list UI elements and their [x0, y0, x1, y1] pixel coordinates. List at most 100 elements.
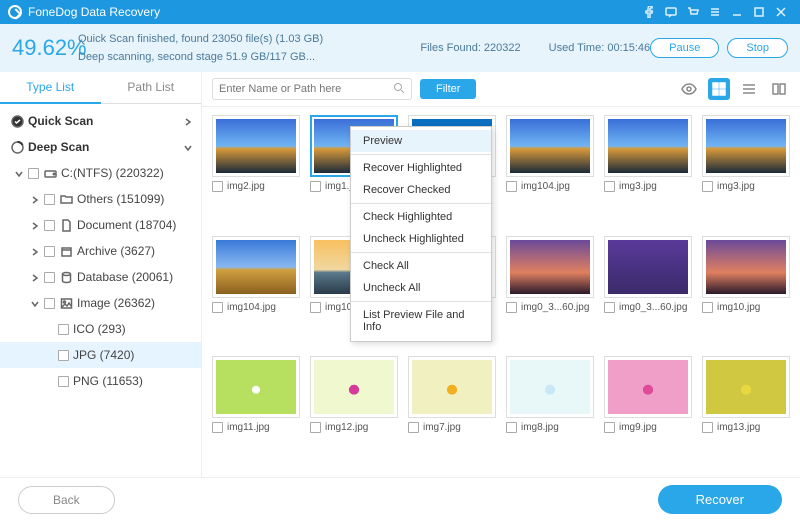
menu-list-info[interactable]: List Preview File and Info	[351, 304, 491, 338]
checkbox[interactable]	[58, 350, 69, 361]
thumbnail-image[interactable]	[212, 115, 300, 177]
thumbnail-checkbox[interactable]	[212, 181, 223, 192]
thumbnail-image[interactable]	[506, 236, 594, 298]
thumbnail-item[interactable]: img11.jpg	[212, 356, 300, 469]
thumbnail-checkbox[interactable]	[702, 181, 713, 192]
minimize-icon[interactable]	[726, 1, 748, 23]
checkbox[interactable]	[44, 272, 55, 283]
tree-drive[interactable]: C:(NTFS) (220322)	[0, 160, 201, 186]
thumbnail-checkbox[interactable]	[310, 422, 321, 433]
thumbnail-checkbox[interactable]	[702, 302, 713, 313]
chevron-down-icon	[183, 142, 193, 152]
tree-archive[interactable]: Archive (3627)	[0, 238, 201, 264]
checkbox[interactable]	[44, 246, 55, 257]
thumbnail-image[interactable]	[604, 115, 692, 177]
thumbnail-image[interactable]	[212, 236, 300, 298]
search-box[interactable]	[212, 78, 412, 100]
progress-circle-icon	[10, 140, 24, 154]
thumbnail-checkbox[interactable]	[310, 181, 321, 192]
checkbox[interactable]	[28, 168, 39, 179]
thumbnail-checkbox[interactable]	[604, 422, 615, 433]
thumbnail-checkbox[interactable]	[506, 422, 517, 433]
thumbnail-item[interactable]: img10.jpg	[702, 236, 790, 349]
chevron-right-icon	[30, 220, 40, 230]
thumbnail-item[interactable]: img104.jpg	[212, 236, 300, 349]
menu-check-all[interactable]: Check All	[351, 255, 491, 277]
checkbox[interactable]	[58, 376, 69, 387]
pause-button[interactable]: Pause	[650, 38, 719, 58]
tree-deep-scan[interactable]: Deep Scan	[0, 134, 201, 160]
thumbnail-item[interactable]: img3.jpg	[702, 115, 790, 228]
menu-uncheck-highlighted[interactable]: Uncheck Highlighted	[351, 228, 491, 250]
thumbnail-image[interactable]	[212, 356, 300, 418]
scan-info-line1: Quick Scan finished, found 23050 file(s)…	[78, 31, 420, 47]
preview-eye-button[interactable]	[678, 78, 700, 100]
thumbnail-item[interactable]: img12.jpg	[310, 356, 398, 469]
tree-image[interactable]: Image (26362)	[0, 290, 201, 316]
menu-check-highlighted[interactable]: Check Highlighted	[351, 206, 491, 228]
thumbnail-image[interactable]	[604, 236, 692, 298]
close-icon[interactable]	[770, 1, 792, 23]
tree-database[interactable]: Database (20061)	[0, 264, 201, 290]
thumbnail-image[interactable]	[702, 356, 790, 418]
thumbnail-item[interactable]: img104.jpg	[506, 115, 594, 228]
tree-quick-scan[interactable]: Quick Scan	[0, 108, 201, 134]
folder-icon	[59, 192, 73, 206]
detail-view-button[interactable]	[768, 78, 790, 100]
thumbnail-checkbox[interactable]	[604, 302, 615, 313]
thumbnail-item[interactable]: img0_3...60.jpg	[506, 236, 594, 349]
thumbnail-image[interactable]	[702, 236, 790, 298]
thumbnail-checkbox[interactable]	[506, 302, 517, 313]
thumbnail-checkbox[interactable]	[310, 302, 321, 313]
file-tree: Quick Scan Deep Scan C:(NTFS) (220322) O…	[0, 104, 201, 398]
thumbnail-item[interactable]: img3.jpg	[604, 115, 692, 228]
checkbox[interactable]	[58, 324, 69, 335]
thumbnail-item[interactable]: img8.jpg	[506, 356, 594, 469]
thumbnail-item[interactable]: img7.jpg	[408, 356, 496, 469]
tree-ico[interactable]: ICO (293)	[0, 316, 201, 342]
thumbnail-checkbox[interactable]	[702, 422, 713, 433]
tab-path-list[interactable]: Path List	[101, 72, 202, 104]
grid-view-button[interactable]	[708, 78, 730, 100]
maximize-icon[interactable]	[748, 1, 770, 23]
filter-button[interactable]: Filter	[420, 79, 476, 99]
thumbnail-checkbox[interactable]	[506, 181, 517, 192]
back-button[interactable]: Back	[18, 486, 115, 514]
thumbnail-image[interactable]	[604, 356, 692, 418]
menu-uncheck-all[interactable]: Uncheck All	[351, 277, 491, 299]
thumbnail-item[interactable]: img2.jpg	[212, 115, 300, 228]
menu-preview[interactable]: Preview	[351, 130, 491, 152]
tree-png[interactable]: PNG (11653)	[0, 368, 201, 394]
feedback-icon[interactable]	[660, 1, 682, 23]
menu-recover-highlighted[interactable]: Recover Highlighted	[351, 157, 491, 179]
thumbnail-image[interactable]	[506, 115, 594, 177]
thumbnail-image[interactable]	[310, 356, 398, 418]
list-view-button[interactable]	[738, 78, 760, 100]
facebook-icon[interactable]	[638, 1, 660, 23]
tree-others[interactable]: Others (151099)	[0, 186, 201, 212]
checkbox[interactable]	[44, 220, 55, 231]
thumbnail-checkbox[interactable]	[408, 422, 419, 433]
thumbnail-item[interactable]: img0_3...60.jpg	[604, 236, 692, 349]
thumbnail-item[interactable]: img9.jpg	[604, 356, 692, 469]
thumbnail-image[interactable]	[408, 356, 496, 418]
tab-type-list[interactable]: Type List	[0, 72, 101, 104]
checkbox[interactable]	[44, 298, 55, 309]
search-input[interactable]	[219, 83, 393, 95]
menu-recover-checked[interactable]: Recover Checked	[351, 179, 491, 201]
checkbox[interactable]	[44, 194, 55, 205]
drive-icon	[43, 166, 57, 180]
thumbnail-checkbox[interactable]	[604, 181, 615, 192]
thumbnail-filename: img2.jpg	[227, 181, 300, 192]
cart-icon[interactable]	[682, 1, 704, 23]
recover-button[interactable]: Recover	[658, 485, 782, 514]
thumbnail-checkbox[interactable]	[212, 302, 223, 313]
thumbnail-item[interactable]: img13.jpg	[702, 356, 790, 469]
thumbnail-image[interactable]	[506, 356, 594, 418]
menu-icon[interactable]	[704, 1, 726, 23]
tree-jpg[interactable]: JPG (7420)	[0, 342, 201, 368]
stop-button[interactable]: Stop	[727, 38, 788, 58]
tree-document[interactable]: Document (18704)	[0, 212, 201, 238]
thumbnail-checkbox[interactable]	[212, 422, 223, 433]
thumbnail-image[interactable]	[702, 115, 790, 177]
